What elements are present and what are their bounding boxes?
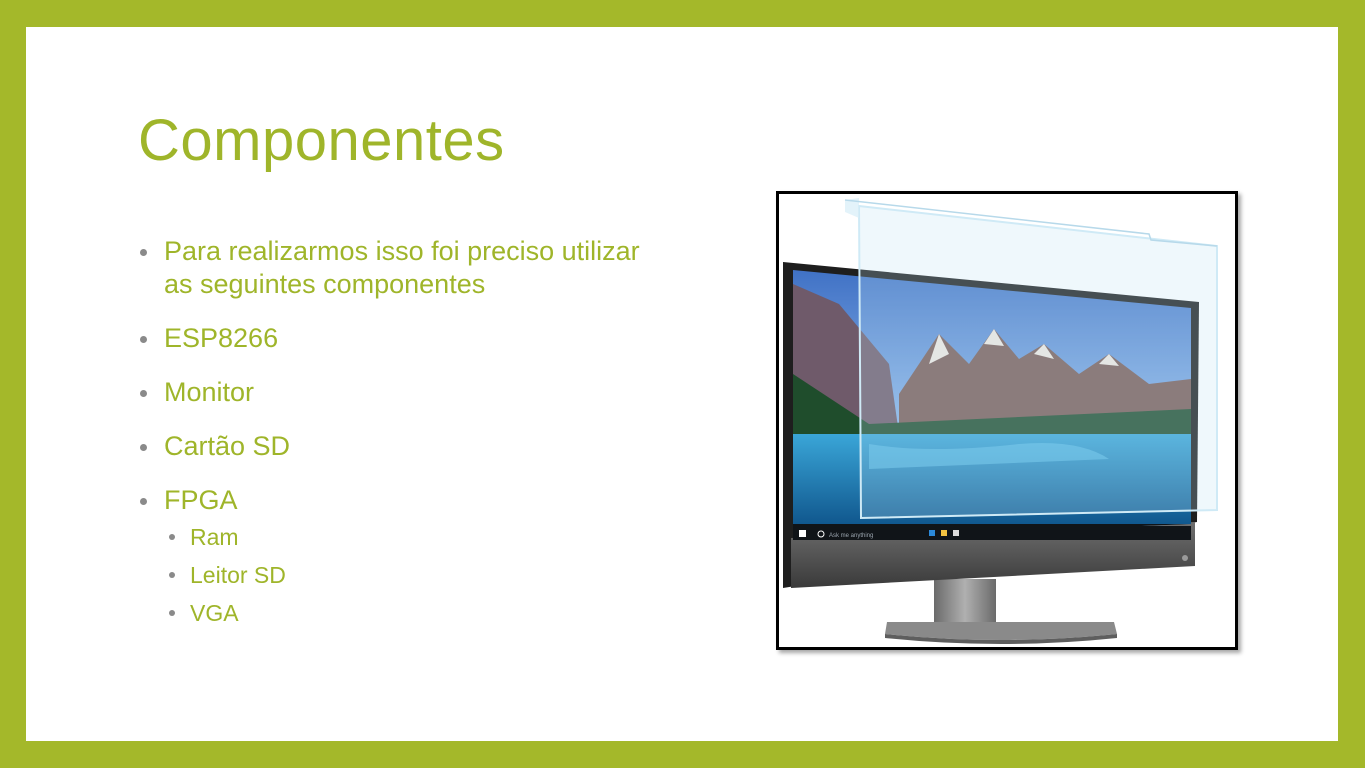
sub-bullet-text: Leitor SD	[190, 562, 286, 588]
bullet-text: Monitor	[164, 377, 255, 407]
taskbar-app-icon	[953, 530, 959, 536]
bullet-list: Para realizarmos isso foi preciso utiliz…	[138, 235, 658, 637]
bullet-dot	[140, 336, 147, 343]
taskbar-app-icon	[941, 530, 947, 536]
bullet-item: Monitor	[138, 376, 658, 409]
bullet-dot	[140, 444, 147, 451]
bullet-text: Para realizarmos isso foi preciso utiliz…	[164, 236, 640, 299]
bullet-item: ESP8266	[138, 322, 658, 355]
bullet-text: ESP8266	[164, 323, 279, 353]
sub-bullet-item: Leitor SD	[164, 561, 658, 589]
sub-bullet-item: Ram	[164, 523, 658, 551]
bullet-dot	[169, 534, 175, 540]
monitor-picture: Ask me anything	[776, 191, 1238, 650]
bullet-dot	[140, 249, 147, 256]
slide: Componentes Para realizarmos isso foi pr…	[26, 27, 1338, 741]
power-button-icon	[1182, 555, 1188, 561]
bullet-item: Para realizarmos isso foi preciso utiliz…	[138, 235, 658, 301]
bullet-dot	[169, 572, 175, 578]
sub-bullet-item: VGA	[164, 599, 658, 627]
sub-bullet-text: Ram	[190, 524, 239, 550]
bullet-item: Cartão SD	[138, 430, 658, 463]
windows-start-icon	[799, 530, 806, 537]
sub-bullet-text: VGA	[190, 600, 239, 626]
monitor-illustration: Ask me anything	[783, 198, 1218, 644]
monitor-stand	[885, 579, 1117, 644]
bullet-text: Cartão SD	[164, 431, 291, 461]
bullet-dot	[169, 610, 175, 616]
bullet-dot	[140, 498, 147, 505]
slide-title: Componentes	[138, 108, 505, 173]
bullet-dot	[140, 390, 147, 397]
taskbar: Ask me anything	[793, 526, 1191, 540]
sub-bullet-list: Ram Leitor SD VGA	[164, 523, 658, 627]
bullet-item: FPGA Ram Leitor SD VGA	[138, 484, 658, 627]
taskbar-search-text: Ask me anything	[829, 533, 873, 539]
bullet-text: FPGA	[164, 485, 238, 515]
screen-protector	[844, 198, 1218, 520]
taskbar-app-icon	[929, 530, 935, 536]
